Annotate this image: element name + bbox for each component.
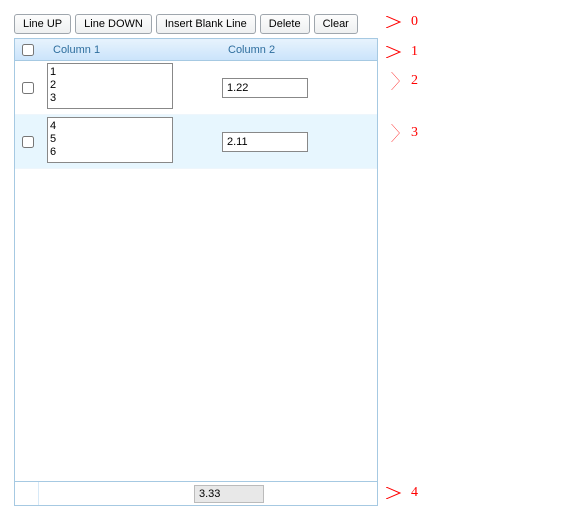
callout-label: 3 — [411, 125, 418, 141]
insert-blank-line-button[interactable]: Insert Blank Line — [156, 14, 256, 34]
row-checkbox[interactable] — [22, 82, 34, 94]
clear-button[interactable]: Clear — [314, 14, 358, 34]
callout-0: 0 — [386, 14, 418, 30]
callout-label: 2 — [411, 73, 418, 89]
column-header-1[interactable]: Column 1 — [39, 44, 184, 56]
data-grid: Column 1 Column 2 — [14, 38, 378, 482]
toolbar: Line UP Line DOWN Insert Blank Line Dele… — [14, 14, 558, 34]
callout-label: 0 — [411, 14, 418, 30]
line-up-button[interactable]: Line UP — [14, 14, 71, 34]
callout-2: 2 — [386, 72, 418, 90]
select-all-checkbox[interactable] — [22, 44, 34, 56]
col2-input[interactable] — [222, 132, 308, 152]
grid-footer — [14, 482, 378, 506]
footer-total-input[interactable] — [194, 485, 264, 503]
grid-body[interactable] — [15, 61, 377, 481]
column-header-2[interactable]: Column 2 — [184, 44, 377, 56]
delete-button[interactable]: Delete — [260, 14, 310, 34]
line-down-button[interactable]: Line DOWN — [75, 14, 152, 34]
callout-3: 3 — [386, 124, 418, 142]
row-checkbox[interactable] — [22, 136, 34, 148]
col1-textarea[interactable] — [47, 117, 173, 163]
table-row — [15, 61, 377, 115]
callout-4: 4 — [386, 485, 418, 501]
callout-1: 1 — [386, 44, 418, 60]
col1-textarea[interactable] — [47, 63, 173, 109]
table-row — [15, 115, 377, 169]
grid-header-row: Column 1 Column 2 — [15, 39, 377, 61]
callout-label: 1 — [411, 44, 418, 60]
col2-input[interactable] — [222, 78, 308, 98]
callout-label: 4 — [411, 485, 418, 501]
